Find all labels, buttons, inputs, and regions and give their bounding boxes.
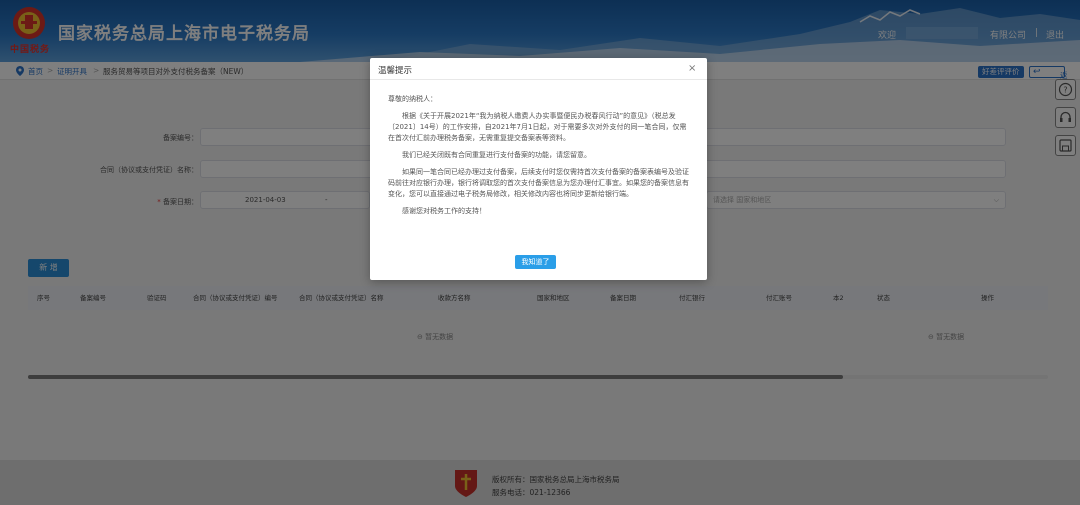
close-icon[interactable]: ×: [688, 63, 696, 74]
dialog-greeting: 尊敬的纳税人：: [388, 95, 437, 103]
dialog-body: 尊敬的纳税人： 根据《关于开展2021年“我为纳税人缴费人办实事暨便民办税春风行…: [388, 94, 692, 223]
dialog-thanks: 感谢您对税务工作的支持！: [402, 207, 486, 215]
dialog-title: 温馨提示: [378, 66, 413, 76]
dialog-paragraph: 根据《关于开展2021年“我为纳税人缴费人办实事暨便民办税春风行动”的意见》（税…: [388, 112, 687, 142]
dialog-paragraph: 如果同一笔合同已经办理过支付备案，后续支付时您仅需持首次支付备案的备案表编号及验…: [388, 168, 689, 198]
dialog-paragraph: 我们已经关闭既有合同重复进行支付备案的功能，请您留意。: [402, 151, 591, 159]
dialog-header: 温馨提示 ×: [370, 58, 707, 80]
notice-dialog: 温馨提示 × 尊敬的纳税人： 根据《关于开展2021年“我为纳税人缴费人办实事暨…: [370, 58, 707, 280]
acknowledge-button[interactable]: 我知道了: [515, 255, 556, 269]
